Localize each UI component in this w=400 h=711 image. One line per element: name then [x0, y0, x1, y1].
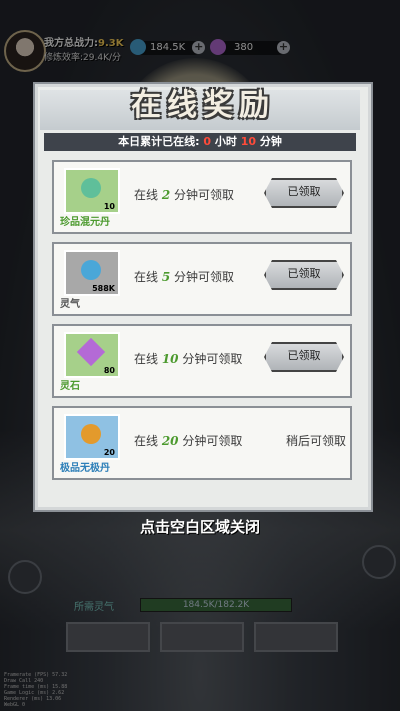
reward-condition: 在线 20 分钟可领取: [134, 432, 242, 449]
cond-minutes: 2: [161, 188, 171, 202]
cond-minutes: 10: [161, 352, 179, 366]
cond-pre: 在线: [134, 352, 162, 366]
cond-pre: 在线: [134, 188, 162, 202]
online-prefix: 本日累计已在线:: [118, 135, 204, 148]
claim-later-status: 稍后可领取: [285, 434, 346, 448]
popup-title: 在线奖励: [131, 88, 275, 123]
close-hint: 点击空白区域关闭: [139, 518, 260, 536]
reward-item-box[interactable]: 10: [64, 168, 120, 214]
claimed-button[interactable]: 已领取: [264, 260, 344, 290]
spirit-qi-icon: [81, 260, 101, 280]
cond-post: 分钟可领取: [170, 270, 235, 284]
online-time-bar: 本日累计已在线: 0 小时 10 分钟: [44, 133, 356, 151]
cond-minutes: 20: [161, 434, 179, 448]
reward-condition: 在线 10 分钟可领取: [134, 350, 242, 367]
item-name: 珍品混元丹: [60, 217, 110, 228]
spirit-stone-gem-icon: [76, 337, 106, 367]
pill-icon: [81, 178, 101, 198]
reward-item-box[interactable]: 20: [64, 414, 120, 460]
reward-card: 10 珍品混元丹 在线 2 分钟可领取 已领取: [52, 160, 352, 234]
cond-pre: 在线: [134, 434, 162, 448]
item-name: 灵气: [60, 299, 80, 310]
reward-item-box[interactable]: 80: [64, 332, 120, 378]
cond-post: 分钟可领取: [170, 188, 235, 202]
reward-condition: 在线 2 分钟可领取: [134, 186, 234, 203]
item-count: 10: [103, 202, 115, 211]
reward-card: 20 极品无极丹 在线 20 分钟可领取 稍后可领取: [52, 406, 352, 480]
minutes-unit: 分钟: [256, 135, 282, 148]
hours-unit: 小时: [211, 135, 241, 148]
reward-condition: 在线 5 分钟可领取: [134, 268, 234, 285]
claimed-button[interactable]: 已领取: [264, 178, 344, 208]
item-count: 588K: [92, 284, 115, 293]
reward-card: 80 灵石 在线 10 分钟可领取 已领取: [52, 324, 352, 398]
online-hours: 0: [203, 135, 212, 148]
cond-minutes: 5: [161, 270, 171, 284]
supreme-pill-icon: [81, 424, 101, 444]
item-count: 80: [103, 366, 115, 375]
claimed-button[interactable]: 已领取: [264, 342, 344, 372]
online-minutes: 10: [240, 135, 257, 148]
cond-post: 分钟可领取: [178, 352, 243, 366]
item-count: 20: [103, 448, 115, 457]
reward-item-box[interactable]: 588K: [64, 250, 120, 296]
item-name: 极品无极丹: [60, 463, 110, 474]
cond-post: 分钟可领取: [178, 434, 243, 448]
reward-card: 588K 灵气 在线 5 分钟可领取 已领取: [52, 242, 352, 316]
item-name: 灵石: [60, 381, 80, 392]
cond-pre: 在线: [134, 270, 162, 284]
